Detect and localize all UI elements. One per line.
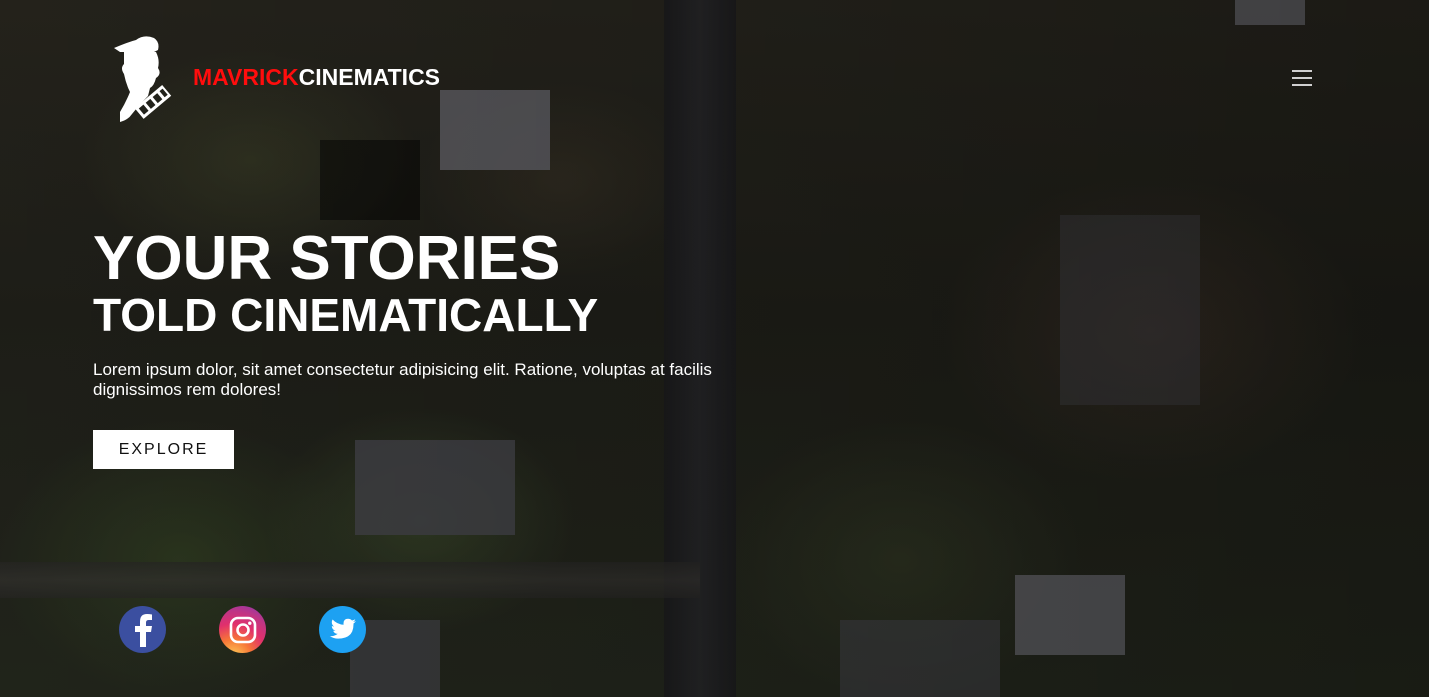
hero-description: Lorem ipsum dolor, sit amet consectetur … [93,360,712,399]
hero-title: YOUR STORIES [93,224,561,293]
hero-section: MAVRICKCINEMATICS YOUR STORIES TOLD CINE… [0,0,1429,697]
menu-bar [1292,70,1312,72]
instagram-icon[interactable] [219,606,266,653]
hamburger-menu-icon[interactable] [1290,68,1314,88]
brand-name[interactable]: MAVRICKCINEMATICS [193,64,440,91]
menu-bar [1292,84,1312,86]
brand-logo-icon[interactable] [110,34,180,126]
explore-button[interactable]: EXPLORE [93,430,234,469]
twitter-icon[interactable] [319,606,366,653]
hero-subtitle: TOLD CINEMATICALLY [93,289,599,341]
brand-name-part1: MAVRICK [193,64,299,90]
menu-bar [1292,77,1312,79]
dark-overlay [0,0,1429,697]
brand-name-part2: CINEMATICS [298,64,441,90]
facebook-icon[interactable] [119,606,166,653]
